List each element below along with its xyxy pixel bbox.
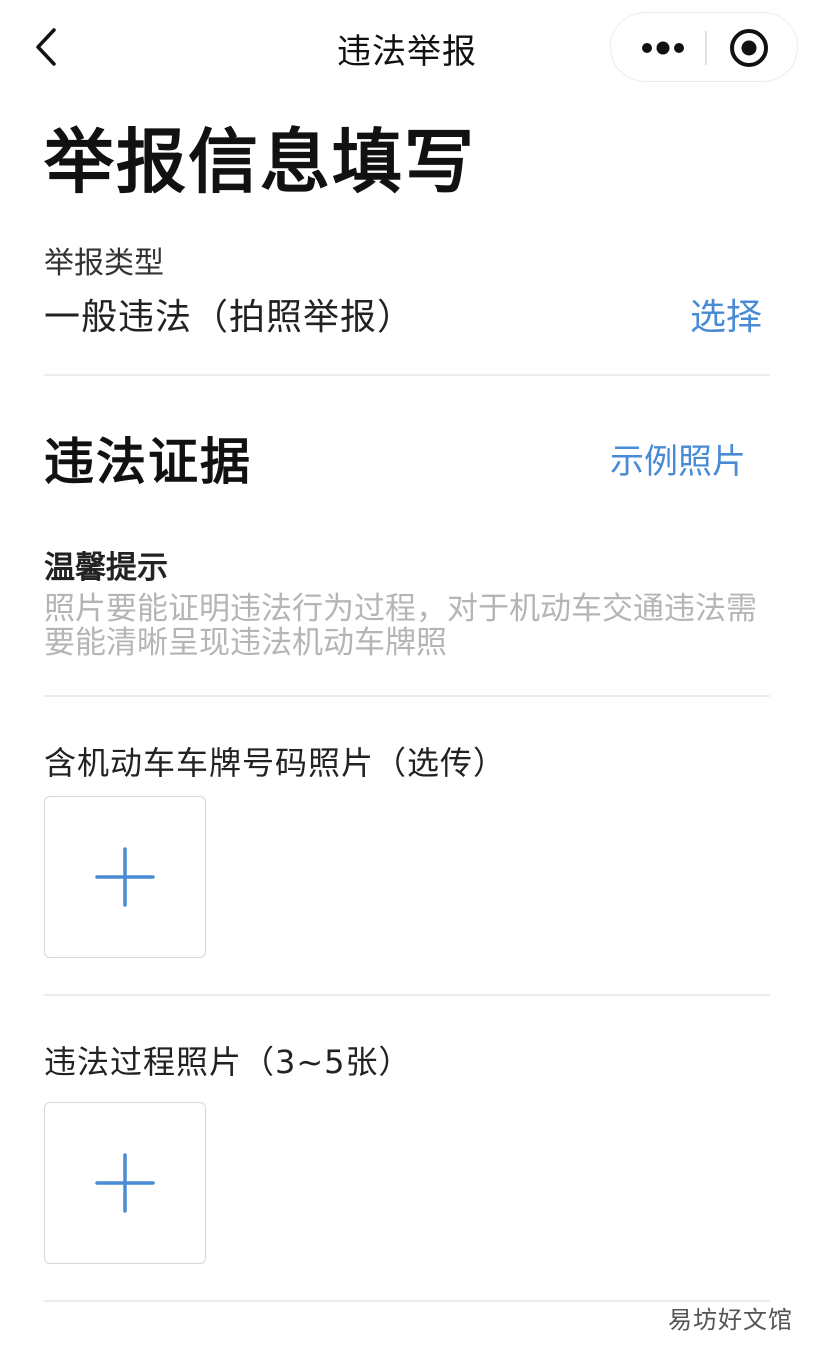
more-button[interactable] bbox=[629, 25, 701, 71]
report-type-value: 一般违法（拍照举报） bbox=[44, 297, 415, 338]
select-report-type-button[interactable]: 选择 bbox=[690, 288, 762, 340]
divider bbox=[44, 1300, 770, 1302]
watermark: 易坊好文馆 bbox=[668, 1306, 793, 1334]
capsule-divider bbox=[705, 31, 707, 65]
evidence-section-title: 违法证据 bbox=[44, 433, 252, 491]
close-button[interactable] bbox=[727, 26, 771, 70]
nav-bar: 违法举报 bbox=[0, 0, 814, 96]
tip-title: 温馨提示 bbox=[44, 550, 168, 586]
target-close-icon bbox=[730, 29, 768, 67]
divider bbox=[44, 374, 770, 376]
mini-program-capsule bbox=[610, 12, 798, 82]
report-type-label: 举报类型 bbox=[44, 246, 164, 281]
more-dots-icon bbox=[642, 41, 684, 55]
page-title: 举报信息填写 bbox=[44, 121, 476, 203]
process-photo-label: 违法过程照片（3~5张） bbox=[44, 1043, 412, 1081]
plate-photo-label: 含机动车车牌号码照片（选传） bbox=[44, 744, 507, 782]
divider bbox=[44, 695, 770, 697]
tip-text: 照片要能证明违法行为过程，对于机动车交通违法需要能清晰呈现违法机动车牌照 bbox=[44, 591, 757, 661]
plus-icon bbox=[95, 1153, 155, 1213]
plus-icon bbox=[95, 847, 155, 907]
example-photo-link[interactable]: 示例照片 bbox=[610, 434, 746, 483]
plate-photo-upload-button[interactable] bbox=[44, 796, 206, 958]
divider bbox=[44, 994, 770, 996]
process-photo-upload-button[interactable] bbox=[44, 1102, 206, 1264]
